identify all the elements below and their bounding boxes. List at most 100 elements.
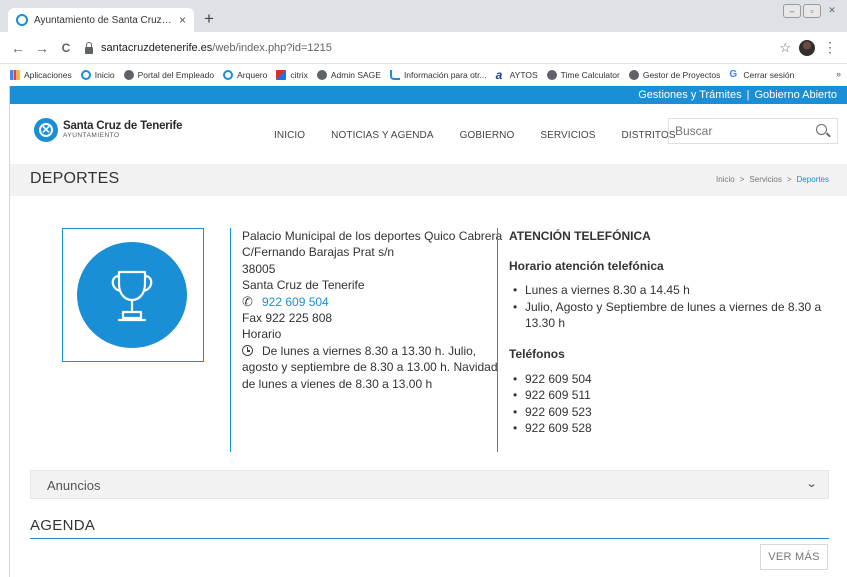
bookmark-time-calculator[interactable]: Time Calculator	[546, 70, 620, 80]
list-item: Lunes a viernes 8.30 a 14.45 h	[509, 282, 827, 299]
main-navigation: INICIO NOTICIAS Y AGENDA GOBIERNO SERVIC…	[274, 130, 702, 141]
horario-row: De lunes a viernes 8.30 a 13.30 h. Julio…	[242, 343, 500, 392]
globe-icon	[628, 70, 639, 80]
phone-row: ✆ 922 609 504	[242, 294, 500, 310]
nav-gobierno[interactable]: GOBIERNO	[460, 130, 515, 141]
telefonos-list: 922 609 504 922 609 511 922 609 523 922 …	[509, 371, 827, 437]
minimize-icon[interactable]: –	[783, 4, 801, 18]
bookmark-portal-empleado[interactable]: Portal del Empleado	[123, 70, 214, 80]
link-gobierno-abierto[interactable]: Gobierno Abierto	[754, 89, 837, 101]
breadcrumb-inicio[interactable]: Inicio	[716, 175, 735, 184]
chevron-down-icon[interactable]: ⌄	[805, 477, 817, 490]
citrix-icon	[276, 70, 287, 80]
aytos-icon: a	[495, 68, 503, 82]
phone-attention-block: ATENCIÓN TELEFÓNICA Horario atención tel…	[497, 228, 827, 452]
browser-tab[interactable]: Ayuntamiento de Santa Cruz de Ter ×	[8, 8, 194, 32]
bookmark-inicio[interactable]: Inicio	[80, 70, 115, 80]
street-address: C/Fernando Barajas Prat s/n	[242, 245, 395, 260]
url-field[interactable]: santacruzdetenerife.es/web/index.php?id=…	[85, 37, 800, 59]
site-search	[668, 118, 838, 144]
window-controls: – ▫ ✕	[783, 4, 841, 18]
horario-atencion-title: Horario atención telefónica	[509, 259, 664, 273]
topband-separator: |	[746, 89, 750, 101]
tab-close-icon[interactable]: ×	[179, 13, 186, 27]
logo-name: Santa Cruz de Tenerife	[63, 120, 183, 132]
close-window-icon[interactable]: ✕	[823, 4, 841, 18]
url-host: santacruzdetenerife.es	[101, 42, 213, 54]
nav-servicios[interactable]: SERVICIOS	[540, 130, 595, 141]
fax: Fax 922 225 808	[242, 311, 333, 326]
forward-icon[interactable]: →	[34, 40, 50, 56]
breadcrumb-separator: >	[739, 175, 745, 184]
site-header: Santa Cruz de Tenerife AYUNTAMIENTO INIC…	[10, 104, 847, 164]
bookmark-cerrar-sesion[interactable]: G Cerrar sesión	[729, 69, 794, 81]
city-emblem-icon	[34, 118, 58, 142]
anuncios-accordion[interactable]: Anuncios ⌄	[30, 470, 829, 499]
venue-name: Palacio Municipal de los deportes Quico …	[242, 229, 503, 243]
site-favicon-icon	[16, 14, 28, 26]
clock-icon	[242, 344, 253, 356]
browser-tab-strip: Ayuntamiento de Santa Cruz de Ter × + – …	[0, 0, 847, 32]
phone-link[interactable]: 922 609 504	[262, 295, 329, 309]
apps-grid-icon	[10, 70, 20, 80]
maximize-icon[interactable]: ▫	[803, 4, 821, 18]
list-item: 922 609 511	[509, 387, 827, 404]
globe-icon	[123, 70, 134, 80]
bookmark-informacion[interactable]: Información para otr...	[389, 70, 487, 80]
atencion-title: ATENCIÓN TELEFÓNICA	[509, 229, 651, 243]
postal-code: 38005	[242, 261, 276, 276]
globe-icon	[546, 70, 557, 80]
bookmark-admin-sage[interactable]: Admin SAGE	[316, 70, 381, 80]
phone-icon: ✆	[242, 293, 253, 309]
horario-text: De lunes a viernes 8.30 a 13.30 h. Julio…	[242, 343, 498, 391]
left-edge	[0, 86, 10, 577]
bookmark-citrix[interactable]: citrix	[276, 70, 308, 80]
breadcrumb-deportes: Deportes	[796, 175, 829, 184]
reload-icon[interactable]: C	[58, 41, 74, 55]
breadcrumb: Inicio > Servicios > Deportes	[716, 175, 829, 184]
nav-noticias-agenda[interactable]: NOTICIAS Y AGENDA	[331, 130, 433, 141]
profile-avatar[interactable]	[799, 40, 815, 56]
telefonos-title: Teléfonos	[509, 346, 565, 361]
bookmark-arquero[interactable]: Arquero	[223, 70, 267, 80]
page-title: DEPORTES	[30, 170, 120, 187]
ver-mas-button[interactable]: VER MÁS	[760, 544, 828, 570]
bookmark-star-icon[interactable]: ☆	[779, 40, 791, 56]
bookmark-aplicaciones[interactable]: Aplicaciones	[10, 70, 72, 80]
list-item: 922 609 523	[509, 404, 827, 421]
lock-icon	[85, 41, 93, 54]
bookmarks-overflow-icon[interactable]: »	[836, 69, 841, 79]
ring-icon	[223, 70, 234, 80]
breadcrumb-servicios[interactable]: Servicios	[749, 175, 781, 184]
agenda-section-header: AGENDA	[30, 517, 829, 539]
bookmark-gestor-proyectos[interactable]: Gestor de Proyectos	[628, 70, 720, 80]
address-bar: ← → C santacruzdetenerife.es/web/index.p…	[0, 32, 847, 64]
anuncios-label: Anuncios	[47, 478, 101, 493]
bookmark-aytos[interactable]: a AYTOS	[495, 68, 538, 82]
link-gestiones-tramites[interactable]: Gestiones y Trámites	[638, 89, 741, 101]
sports-icon-frame	[62, 228, 204, 362]
trophy-badge	[77, 242, 187, 348]
google-icon: G	[729, 69, 738, 80]
globe-icon	[316, 70, 327, 80]
tab-title: Ayuntamiento de Santa Cruz de Ter	[34, 14, 173, 26]
feed-icon	[389, 70, 400, 80]
browser-menu-icon[interactable]: ⋮	[823, 39, 837, 56]
new-tab-button[interactable]: +	[199, 9, 219, 29]
back-icon[interactable]: ←	[10, 40, 26, 56]
agenda-title: AGENDA	[30, 517, 96, 534]
nav-inicio[interactable]: INICIO	[274, 130, 305, 141]
city: Santa Cruz de Tenerife	[242, 278, 365, 293]
search-input[interactable]	[675, 124, 805, 138]
list-item: Julio, Agosto y Septiembre de lunes a vi…	[509, 299, 827, 332]
page-title-bar: DEPORTES Inicio > Servicios > Deportes	[10, 164, 847, 196]
trophy-icon	[111, 270, 153, 322]
ring-icon	[80, 70, 91, 80]
site-logo[interactable]: Santa Cruz de Tenerife AYUNTAMIENTO	[34, 118, 183, 142]
top-utility-band: Gestiones y Trámites | Gobierno Abierto	[10, 86, 847, 104]
logo-subtitle: AYUNTAMIENTO	[63, 132, 120, 139]
search-icon[interactable]	[816, 124, 827, 135]
contact-address-block: Palacio Municipal de los deportes Quico …	[230, 228, 503, 452]
horario-list: Lunes a viernes 8.30 a 14.45 h Julio, Ag…	[509, 282, 827, 332]
list-item: 922 609 528	[509, 420, 827, 437]
